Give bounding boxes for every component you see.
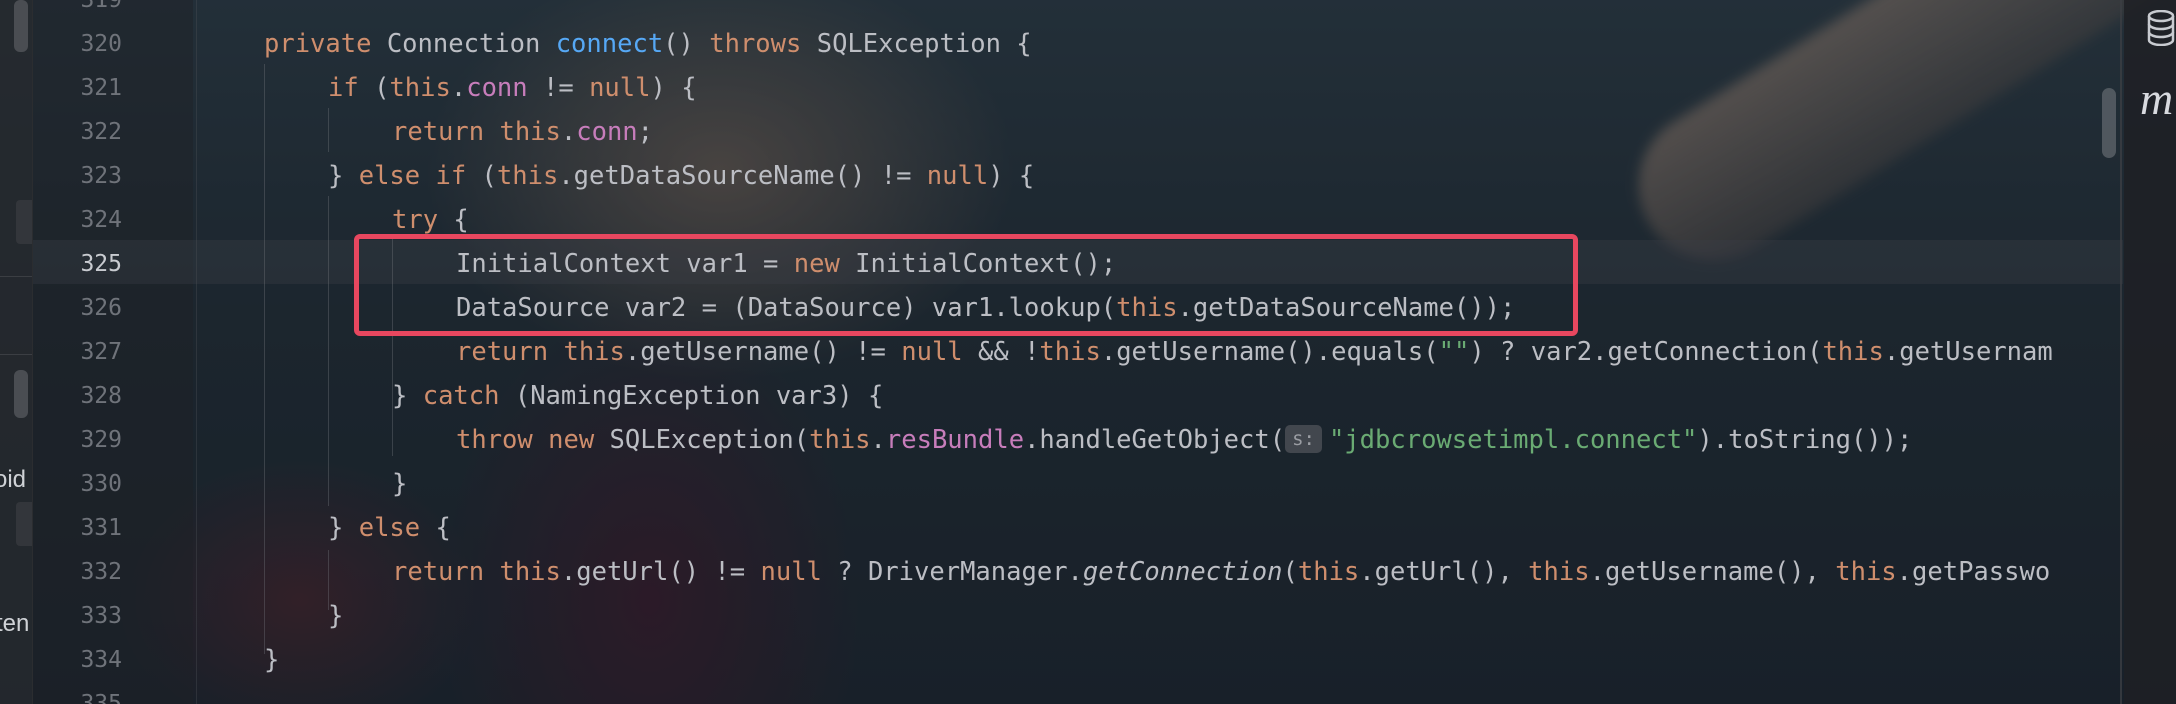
line-number[interactable]: 321 bbox=[60, 66, 122, 110]
code-line[interactable]: return this.getUsername() != null && !th… bbox=[456, 330, 2053, 374]
line-number[interactable]: 334 bbox=[60, 638, 122, 682]
code-line[interactable]: return this.getUrl() != null ? DriverMan… bbox=[392, 550, 2050, 594]
indent-guide bbox=[328, 196, 329, 506]
project-panel-strip[interactable]: oid ten bbox=[0, 0, 33, 704]
line-number[interactable]: 335 bbox=[60, 682, 122, 704]
project-item-fragment[interactable]: ten bbox=[0, 610, 29, 638]
project-scrollbar[interactable] bbox=[14, 0, 28, 52]
line-number[interactable]: 328 bbox=[60, 374, 122, 418]
line-number[interactable]: 319 bbox=[60, 0, 122, 22]
gutter-separator bbox=[196, 0, 197, 704]
code-line[interactable]: throw new SQLException(this.resBundle.ha… bbox=[456, 418, 1912, 462]
code-line[interactable]: } catch (NamingException var3) { bbox=[392, 374, 883, 418]
code-line[interactable]: } bbox=[328, 594, 343, 638]
code-line[interactable]: } else if (this.getDataSourceName() != n… bbox=[328, 154, 1034, 198]
editor-scrollbar-thumb[interactable] bbox=[2102, 88, 2116, 158]
line-number[interactable]: 327 bbox=[60, 330, 122, 374]
line-number[interactable]: 330 bbox=[60, 462, 122, 506]
code-line[interactable]: } bbox=[392, 462, 407, 506]
project-divider bbox=[0, 354, 32, 355]
code-line[interactable]: } bbox=[264, 638, 279, 682]
line-number[interactable]: 323 bbox=[60, 154, 122, 198]
line-number[interactable]: 326 bbox=[60, 286, 122, 330]
database-icon[interactable] bbox=[2146, 10, 2176, 46]
code-line[interactable]: if (this.conn != null) { bbox=[328, 66, 697, 110]
project-tree-item[interactable] bbox=[16, 200, 32, 244]
indent-guide bbox=[264, 64, 265, 654]
project-divider bbox=[0, 276, 32, 277]
project-scroll-thumb[interactable] bbox=[14, 370, 28, 418]
code-line[interactable]: private Connection connect() throws SQLE… bbox=[264, 22, 1032, 66]
line-number[interactable]: 333 bbox=[60, 594, 122, 638]
line-number[interactable]: 331 bbox=[60, 506, 122, 550]
line-number[interactable]: 322 bbox=[60, 110, 122, 154]
line-number[interactable]: 324 bbox=[60, 198, 122, 242]
line-number[interactable]: 325 bbox=[60, 242, 122, 286]
ide-window: oid ten 31932032132232332432532632732832… bbox=[0, 0, 2176, 704]
right-panel-label-fragment: m bbox=[2140, 73, 2174, 124]
code-line[interactable]: return this.conn; bbox=[392, 110, 653, 154]
line-number[interactable]: 320 bbox=[60, 22, 122, 66]
editor-right-border bbox=[2120, 0, 2122, 704]
project-tree-item[interactable] bbox=[16, 502, 32, 546]
line-number[interactable]: 332 bbox=[60, 550, 122, 594]
code-line[interactable]: } else { bbox=[328, 506, 451, 550]
indent-guide bbox=[328, 108, 329, 152]
annotation-highlight-box bbox=[354, 234, 1578, 336]
project-item-fragment[interactable]: oid bbox=[0, 466, 26, 494]
line-number[interactable]: 329 bbox=[60, 418, 122, 462]
